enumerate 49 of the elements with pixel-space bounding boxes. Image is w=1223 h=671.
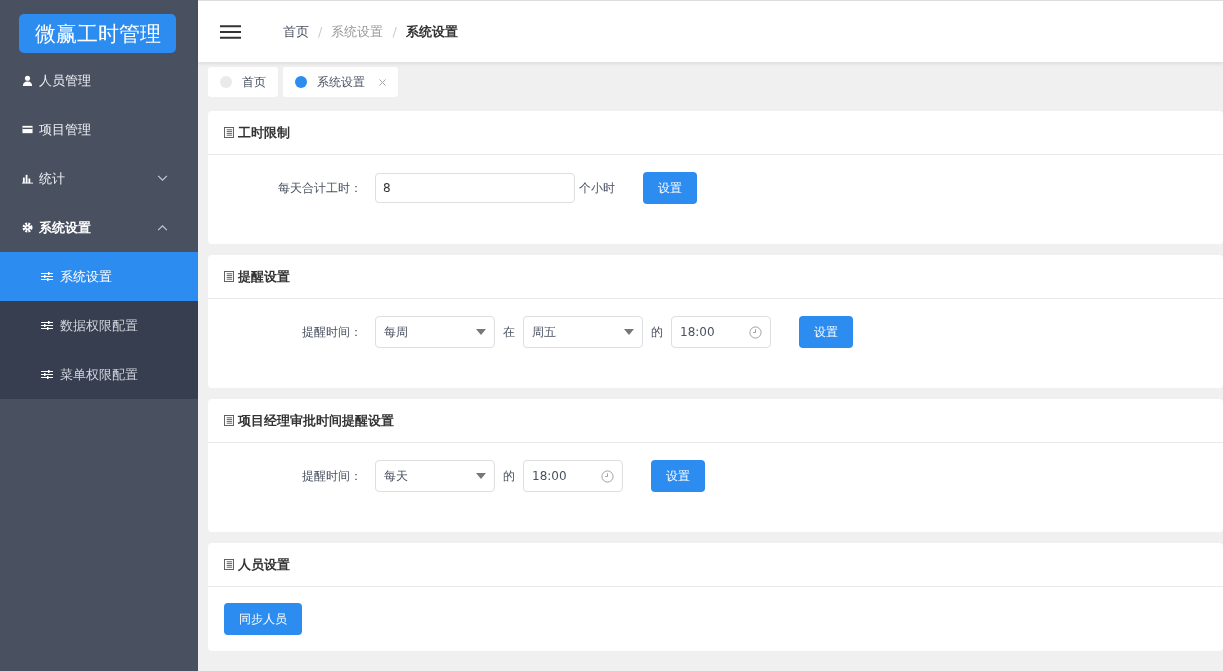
- field-label: 提醒时间：: [301, 467, 362, 485]
- sliders-icon: [41, 370, 53, 379]
- status-dot: [295, 76, 307, 88]
- breadcrumb-item[interactable]: 系统设置: [405, 22, 458, 41]
- select-dropdown[interactable]: 周五: [523, 316, 643, 348]
- bar-chart-icon: [22, 173, 33, 184]
- sidebar-item[interactable]: 人员管理: [0, 56, 198, 105]
- menu-icon[interactable]: [220, 23, 241, 40]
- section-title: 工时限制: [238, 123, 290, 142]
- document-icon: [224, 559, 234, 570]
- document-icon: [224, 415, 234, 426]
- select-dropdown[interactable]: 每周: [375, 316, 495, 348]
- sliders-icon: [41, 321, 53, 330]
- section-title: 项目经理审批时间提醒设置: [238, 411, 394, 430]
- section-title: 提醒设置: [238, 267, 290, 286]
- clock-icon: [749, 325, 762, 339]
- clock-icon: [601, 469, 614, 483]
- chevron-down-icon: [157, 175, 168, 182]
- hours-input[interactable]: 8: [375, 173, 575, 203]
- document-icon: [224, 271, 234, 282]
- breadcrumb-separator: /: [318, 24, 323, 39]
- caret-icon: [476, 329, 486, 335]
- time-picker[interactable]: 18:00: [671, 316, 771, 348]
- page-tab[interactable]: 系统设置: [283, 67, 398, 97]
- sidebar-item[interactable]: 统计: [0, 154, 198, 203]
- sidebar-subitem[interactable]: 数据权限配置: [0, 301, 198, 350]
- time-picker[interactable]: 18:00: [523, 460, 623, 492]
- caret-icon: [476, 473, 486, 479]
- inline-text: 在: [503, 323, 515, 341]
- document-icon: [224, 127, 234, 138]
- user-icon: [22, 75, 33, 86]
- breadcrumb-item[interactable]: 首页: [283, 22, 309, 41]
- field-label: 提醒时间：: [301, 323, 362, 341]
- sidebar-subitem[interactable]: 菜单权限配置: [0, 350, 198, 399]
- inline-text: 个小时: [579, 179, 615, 197]
- sidebar-item[interactable]: 系统设置: [0, 203, 198, 252]
- inline-text: 的: [651, 323, 663, 341]
- section-title: 人员设置: [238, 555, 290, 574]
- caret-icon: [624, 329, 634, 335]
- chevron-up-icon: [157, 224, 168, 231]
- field-label: 每天合计工时：: [277, 179, 362, 197]
- breadcrumb-separator: /: [392, 24, 397, 39]
- card-icon: [22, 124, 33, 135]
- sidebar-item[interactable]: 项目管理: [0, 105, 198, 154]
- settings-icon: [22, 222, 33, 233]
- select-dropdown[interactable]: 每天: [375, 460, 495, 492]
- inline-text: 的: [503, 467, 515, 485]
- sliders-icon: [41, 272, 53, 281]
- page-tab[interactable]: 首页: [208, 67, 278, 97]
